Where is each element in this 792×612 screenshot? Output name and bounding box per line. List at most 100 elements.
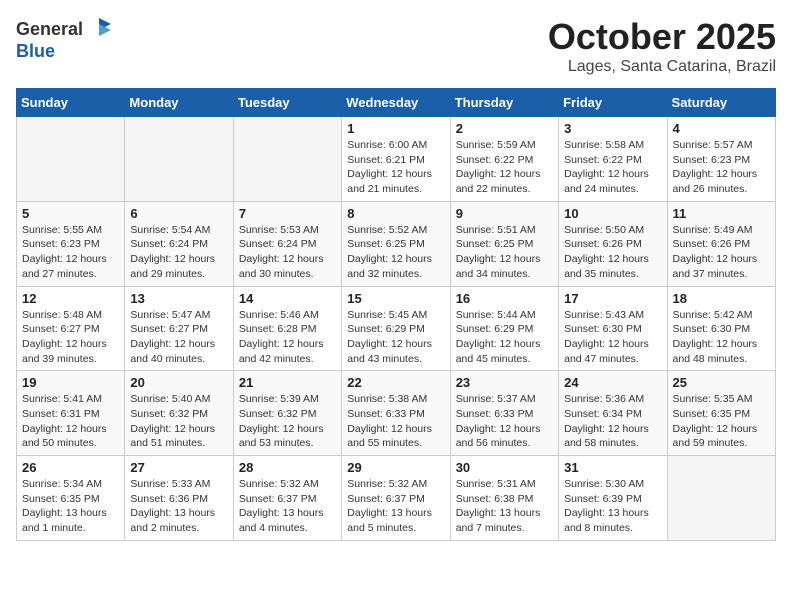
day-number: 19 xyxy=(22,375,119,390)
day-info: Sunrise: 5:43 AM Sunset: 6:30 PM Dayligh… xyxy=(564,308,661,367)
calendar-cell: 5 Sunrise: 5:55 AM Sunset: 6:23 PM Daylig… xyxy=(17,201,125,286)
logo: General Blue xyxy=(16,16,113,62)
day-info: Sunrise: 5:40 AM Sunset: 6:32 PM Dayligh… xyxy=(130,392,227,451)
day-number: 15 xyxy=(347,291,444,306)
day-info: Sunrise: 5:55 AM Sunset: 6:23 PM Dayligh… xyxy=(22,223,119,282)
weekday-header-saturday: Saturday xyxy=(667,89,775,117)
calendar-cell: 30 Sunrise: 5:31 AM Sunset: 6:38 PM Dayli… xyxy=(450,456,558,541)
day-info: Sunrise: 5:32 AM Sunset: 6:37 PM Dayligh… xyxy=(347,477,444,536)
calendar-cell: 17 Sunrise: 5:43 AM Sunset: 6:30 PM Dayli… xyxy=(559,286,667,371)
day-info: Sunrise: 5:31 AM Sunset: 6:38 PM Dayligh… xyxy=(456,477,553,536)
day-info: Sunrise: 5:47 AM Sunset: 6:27 PM Dayligh… xyxy=(130,308,227,367)
calendar-cell: 7 Sunrise: 5:53 AM Sunset: 6:24 PM Daylig… xyxy=(233,201,341,286)
day-number: 1 xyxy=(347,121,444,136)
day-number: 28 xyxy=(239,460,336,475)
day-info: Sunrise: 5:35 AM Sunset: 6:35 PM Dayligh… xyxy=(673,392,770,451)
calendar-cell: 16 Sunrise: 5:44 AM Sunset: 6:29 PM Dayli… xyxy=(450,286,558,371)
calendar-cell: 10 Sunrise: 5:50 AM Sunset: 6:26 PM Dayli… xyxy=(559,201,667,286)
day-number: 18 xyxy=(673,291,770,306)
day-number: 3 xyxy=(564,121,661,136)
calendar-cell xyxy=(125,117,233,202)
day-number: 6 xyxy=(130,206,227,221)
logo-flag-icon xyxy=(85,16,113,44)
calendar-header-row: SundayMondayTuesdayWednesdayThursdayFrid… xyxy=(17,89,776,117)
day-info: Sunrise: 5:39 AM Sunset: 6:32 PM Dayligh… xyxy=(239,392,336,451)
calendar-cell: 1 Sunrise: 6:00 AM Sunset: 6:21 PM Daylig… xyxy=(342,117,450,202)
calendar-cell: 24 Sunrise: 5:36 AM Sunset: 6:34 PM Dayli… xyxy=(559,371,667,456)
day-number: 27 xyxy=(130,460,227,475)
calendar-cell: 29 Sunrise: 5:32 AM Sunset: 6:37 PM Dayli… xyxy=(342,456,450,541)
calendar-cell xyxy=(17,117,125,202)
day-info: Sunrise: 5:41 AM Sunset: 6:31 PM Dayligh… xyxy=(22,392,119,451)
calendar-week-row: 5 Sunrise: 5:55 AM Sunset: 6:23 PM Daylig… xyxy=(17,201,776,286)
day-info: Sunrise: 5:34 AM Sunset: 6:35 PM Dayligh… xyxy=(22,477,119,536)
day-info: Sunrise: 6:00 AM Sunset: 6:21 PM Dayligh… xyxy=(347,138,444,197)
weekday-header-wednesday: Wednesday xyxy=(342,89,450,117)
day-info: Sunrise: 5:50 AM Sunset: 6:26 PM Dayligh… xyxy=(564,223,661,282)
day-number: 16 xyxy=(456,291,553,306)
location-title: Lages, Santa Catarina, Brazil xyxy=(548,58,776,76)
calendar-cell: 22 Sunrise: 5:38 AM Sunset: 6:33 PM Dayli… xyxy=(342,371,450,456)
day-info: Sunrise: 5:44 AM Sunset: 6:29 PM Dayligh… xyxy=(456,308,553,367)
calendar-cell: 28 Sunrise: 5:32 AM Sunset: 6:37 PM Dayli… xyxy=(233,456,341,541)
day-info: Sunrise: 5:57 AM Sunset: 6:23 PM Dayligh… xyxy=(673,138,770,197)
calendar-cell: 6Sunrise: 5:54 AM Sunset: 6:24 PM Daylig… xyxy=(125,201,233,286)
day-number: 25 xyxy=(673,375,770,390)
calendar-cell: 13Sunrise: 5:47 AM Sunset: 6:27 PM Dayli… xyxy=(125,286,233,371)
day-number: 14 xyxy=(239,291,336,306)
day-number: 24 xyxy=(564,375,661,390)
calendar-week-row: 1 Sunrise: 6:00 AM Sunset: 6:21 PM Daylig… xyxy=(17,117,776,202)
day-info: Sunrise: 5:36 AM Sunset: 6:34 PM Dayligh… xyxy=(564,392,661,451)
calendar-cell: 21 Sunrise: 5:39 AM Sunset: 6:32 PM Dayli… xyxy=(233,371,341,456)
day-number: 30 xyxy=(456,460,553,475)
day-number: 8 xyxy=(347,206,444,221)
day-number: 4 xyxy=(673,121,770,136)
day-number: 29 xyxy=(347,460,444,475)
calendar-cell: 2 Sunrise: 5:59 AM Sunset: 6:22 PM Daylig… xyxy=(450,117,558,202)
calendar-cell: 15 Sunrise: 5:45 AM Sunset: 6:29 PM Dayli… xyxy=(342,286,450,371)
day-info: Sunrise: 5:52 AM Sunset: 6:25 PM Dayligh… xyxy=(347,223,444,282)
logo-general: General xyxy=(16,20,83,40)
day-info: Sunrise: 5:59 AM Sunset: 6:22 PM Dayligh… xyxy=(456,138,553,197)
day-number: 22 xyxy=(347,375,444,390)
calendar-cell: 26 Sunrise: 5:34 AM Sunset: 6:35 PM Dayli… xyxy=(17,456,125,541)
weekday-header-tuesday: Tuesday xyxy=(233,89,341,117)
day-number: 31 xyxy=(564,460,661,475)
day-info: Sunrise: 5:42 AM Sunset: 6:30 PM Dayligh… xyxy=(673,308,770,367)
page-header: General Blue October 2025 Lages, Santa C… xyxy=(16,16,776,76)
title-block: October 2025 Lages, Santa Catarina, Braz… xyxy=(548,16,776,76)
weekday-header-sunday: Sunday xyxy=(17,89,125,117)
weekday-header-monday: Monday xyxy=(125,89,233,117)
day-number: 20 xyxy=(130,375,227,390)
calendar-cell: 14Sunrise: 5:46 AM Sunset: 6:28 PM Dayli… xyxy=(233,286,341,371)
calendar-cell: 12Sunrise: 5:48 AM Sunset: 6:27 PM Dayli… xyxy=(17,286,125,371)
day-number: 5 xyxy=(22,206,119,221)
calendar-cell xyxy=(233,117,341,202)
month-title: October 2025 xyxy=(548,16,776,58)
day-number: 7 xyxy=(239,206,336,221)
day-number: 17 xyxy=(564,291,661,306)
calendar-cell: 19 Sunrise: 5:41 AM Sunset: 6:31 PM Dayli… xyxy=(17,371,125,456)
day-number: 11 xyxy=(673,206,770,221)
calendar-week-row: 26 Sunrise: 5:34 AM Sunset: 6:35 PM Dayli… xyxy=(17,456,776,541)
day-info: Sunrise: 5:48 AM Sunset: 6:27 PM Dayligh… xyxy=(22,308,119,367)
day-number: 23 xyxy=(456,375,553,390)
calendar-cell: 8 Sunrise: 5:52 AM Sunset: 6:25 PM Daylig… xyxy=(342,201,450,286)
day-info: Sunrise: 5:38 AM Sunset: 6:33 PM Dayligh… xyxy=(347,392,444,451)
calendar-cell: 20 Sunrise: 5:40 AM Sunset: 6:32 PM Dayli… xyxy=(125,371,233,456)
logo-blue: Blue xyxy=(16,42,113,62)
day-info: Sunrise: 5:58 AM Sunset: 6:22 PM Dayligh… xyxy=(564,138,661,197)
day-info: Sunrise: 5:53 AM Sunset: 6:24 PM Dayligh… xyxy=(239,223,336,282)
day-number: 21 xyxy=(239,375,336,390)
day-info: Sunrise: 5:45 AM Sunset: 6:29 PM Dayligh… xyxy=(347,308,444,367)
calendar-cell xyxy=(667,456,775,541)
calendar-cell: 3 Sunrise: 5:58 AM Sunset: 6:22 PM Daylig… xyxy=(559,117,667,202)
calendar-cell: 23Sunrise: 5:37 AM Sunset: 6:33 PM Dayli… xyxy=(450,371,558,456)
day-number: 26 xyxy=(22,460,119,475)
day-info: Sunrise: 5:32 AM Sunset: 6:37 PM Dayligh… xyxy=(239,477,336,536)
day-info: Sunrise: 5:49 AM Sunset: 6:26 PM Dayligh… xyxy=(673,223,770,282)
day-number: 2 xyxy=(456,121,553,136)
day-number: 10 xyxy=(564,206,661,221)
calendar-cell: 31 Sunrise: 5:30 AM Sunset: 6:39 PM Dayli… xyxy=(559,456,667,541)
day-info: Sunrise: 5:30 AM Sunset: 6:39 PM Dayligh… xyxy=(564,477,661,536)
